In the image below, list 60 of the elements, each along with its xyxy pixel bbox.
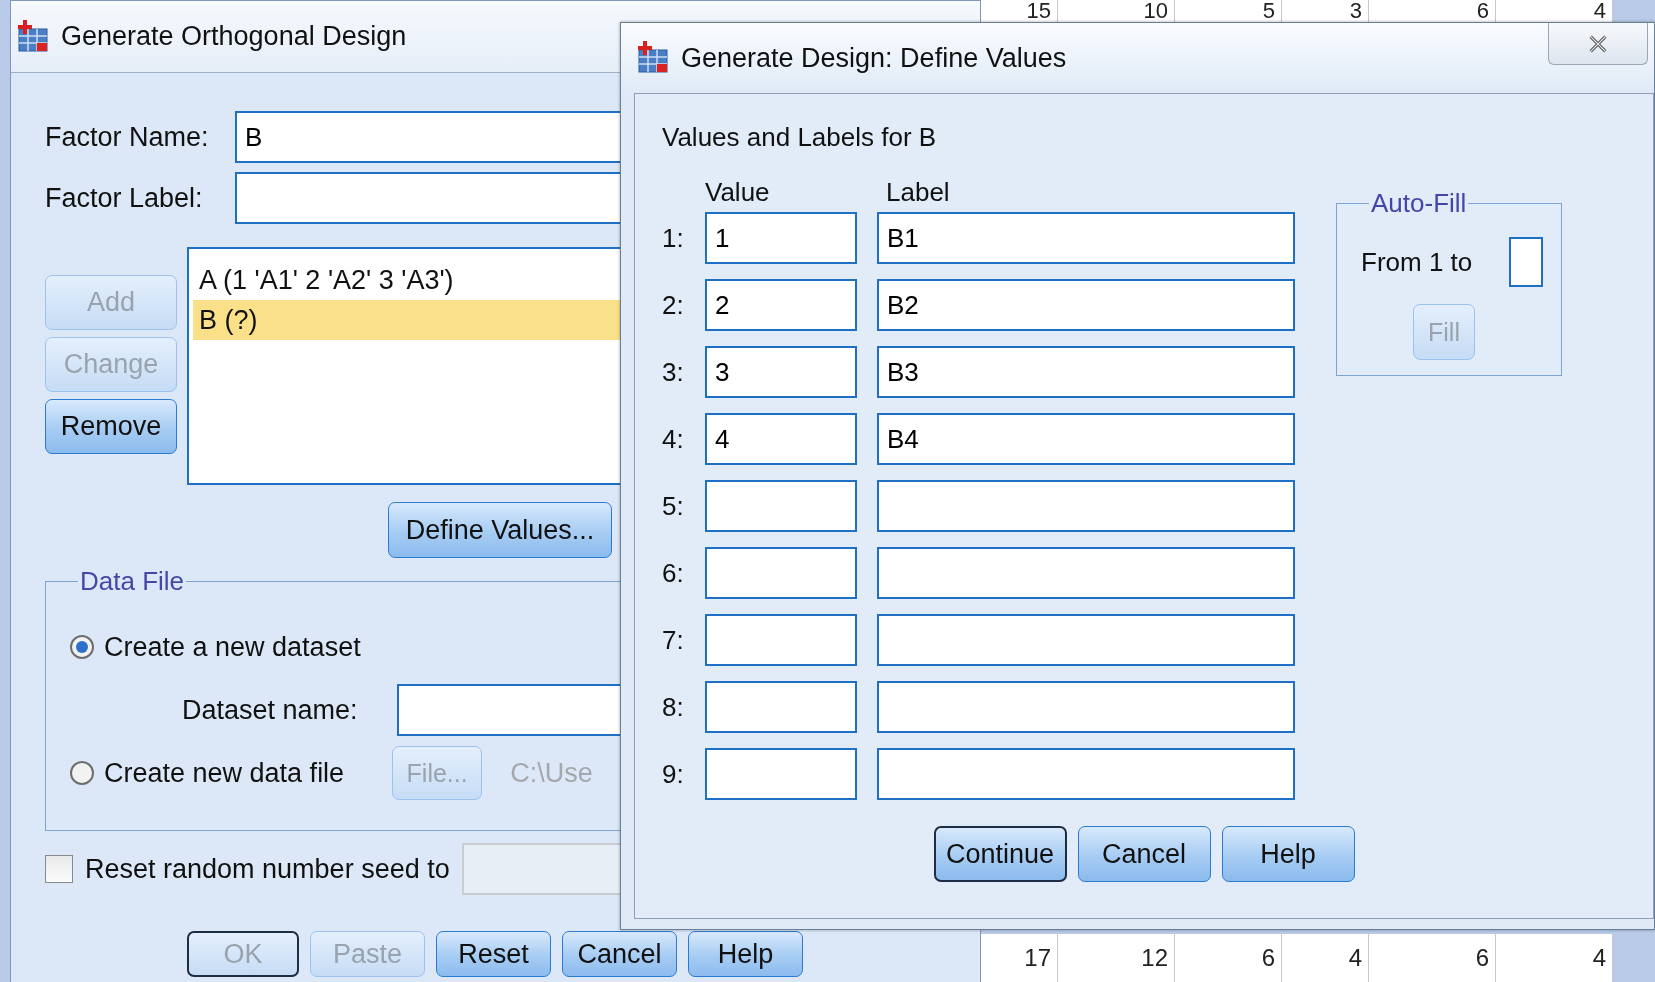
radio-button[interactable] [70,761,94,785]
input-field[interactable]: B3 [877,346,1295,398]
spreadsheet-icon [635,40,671,76]
input-field[interactable] [705,614,857,666]
input-field[interactable]: 1 [705,212,857,264]
section-heading: Values and Labels for B [662,122,938,152]
checkbox[interactable] [45,855,73,883]
button[interactable]: Continue [933,826,1067,882]
row-number: 7: [662,624,685,656]
input-field[interactable] [705,547,857,599]
input-field[interactable] [705,480,857,532]
input-field[interactable] [877,480,1295,532]
input-field[interactable] [877,748,1295,800]
row-number: 8: [662,691,685,723]
file-path: C:\Use [510,757,593,789]
spreadsheet-icon [15,18,51,55]
input-field[interactable] [705,748,857,800]
button[interactable]: Reset [436,931,551,977]
input-field[interactable]: 4 [705,413,857,465]
button[interactable]: Remove [45,399,177,454]
field-label: From 1 to [1361,246,1474,278]
input-field[interactable] [1509,237,1543,287]
input-field[interactable] [877,681,1295,733]
window-title: Generate Orthogonal Design [61,21,407,52]
row-number: 3: [662,356,685,388]
field-label: Dataset name: [182,694,359,726]
column-header: Value [705,176,771,208]
input-field[interactable] [705,681,857,733]
table-cell: 4 [1496,934,1613,982]
checkbox-label[interactable]: Reset random number seed to [85,853,450,885]
row-number: 4: [662,423,685,455]
table-cell: 6 [1369,934,1496,982]
group-title: Auto-Fill [1370,188,1468,219]
input-field[interactable]: B1 [877,212,1295,264]
row-number: 9: [662,758,685,790]
row-number: 6: [662,557,685,589]
input-field[interactable]: 3 [705,346,857,398]
field-label: Factor Name: [45,121,210,153]
radio-label[interactable]: Create new data file [104,757,345,789]
input-field[interactable]: 2 [705,279,857,331]
input-field[interactable]: B2 [877,279,1295,331]
table-cell: 6 [1175,934,1282,982]
radio-button[interactable] [70,635,94,659]
button[interactable]: Help [688,931,803,977]
row-number: 5: [662,490,685,522]
input-field[interactable] [877,614,1295,666]
button[interactable]: Define Values... [388,502,612,558]
close-button[interactable] [1548,23,1648,65]
group-title: Data File [79,566,186,597]
column-header: Label [886,176,950,208]
input-field[interactable] [877,547,1295,599]
button[interactable]: Cancel [1077,826,1211,882]
radio-label[interactable]: Create a new dataset [104,631,361,663]
table-cell: 4 [1282,934,1369,982]
input-field[interactable]: B4 [877,413,1295,465]
table-cell: 12 [1058,934,1175,982]
field-label: Factor Label: [45,182,204,214]
button[interactable]: Help [1221,826,1355,882]
window-title: Generate Design: Define Values [681,42,1068,74]
button[interactable]: Cancel [562,931,677,977]
